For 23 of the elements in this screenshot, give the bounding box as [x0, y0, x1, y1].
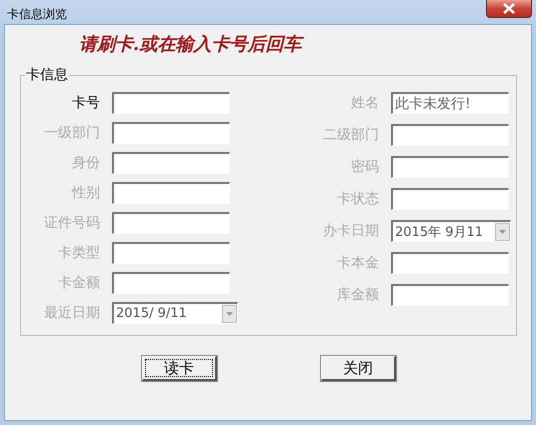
field-label: 最近日期 [43, 304, 101, 322]
field-label: 卡号 [71, 94, 101, 112]
field-label: 身份 [71, 154, 101, 172]
close-icon [502, 3, 516, 14]
dialog-button[interactable]: 关闭 [321, 356, 396, 381]
prompt-text: 请刷卡.或在输入卡号后回车 [79, 32, 531, 60]
text-field[interactable] [112, 92, 230, 114]
dialog-button[interactable]: 读卡 [142, 356, 217, 381]
close-button[interactable] [486, 0, 532, 18]
field-label: 库金额 [336, 286, 380, 304]
field-label: 密码 [350, 158, 380, 176]
window-title: 卡信息浏览 [6, 6, 67, 23]
field-label: 卡本金 [336, 254, 380, 272]
field-label: 卡金额 [57, 274, 101, 292]
field-label: 姓名 [350, 94, 380, 112]
group-title: 卡信息 [25, 66, 69, 84]
field-label: 卡类型 [57, 244, 101, 262]
field-label: 卡状态 [336, 190, 380, 208]
field-label: 性别 [70, 184, 101, 202]
field-label: 一级部门 [43, 124, 101, 142]
field-label: 办卡日期 [322, 222, 380, 240]
field-label: 证件号码 [43, 214, 101, 232]
field-label: 二级部门 [322, 126, 380, 144]
